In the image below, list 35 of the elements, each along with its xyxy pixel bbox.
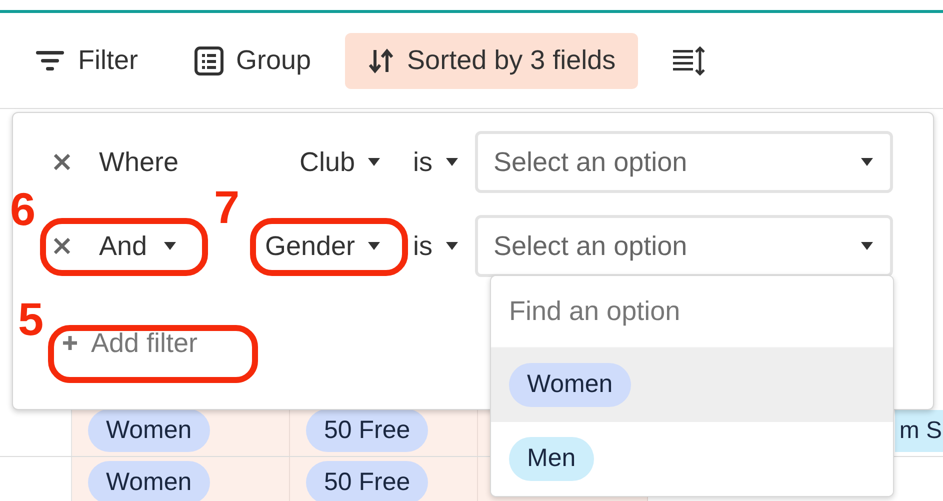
toolbar-button[interactable]: Sorted by 3 fields <box>345 32 638 88</box>
option-row[interactable]: Women <box>491 348 893 422</box>
toolbar-button[interactable]: Group <box>182 32 324 88</box>
option-select[interactable]: Select an option <box>474 131 892 193</box>
gender-tag: Women <box>88 460 210 501</box>
operator-dropdown[interactable]: is <box>413 226 458 266</box>
caret-icon <box>444 241 458 251</box>
annotation-number: 5 <box>18 296 44 342</box>
option-row[interactable]: Men <box>491 422 893 496</box>
row-height-icon <box>672 46 706 76</box>
annotation-number: 6 <box>10 186 36 232</box>
list-icon <box>194 46 224 76</box>
search-field[interactable]: Find an option <box>491 276 893 348</box>
caret-icon <box>860 241 874 251</box>
add-filter-button[interactable]: Add filter <box>63 323 198 364</box>
field-dropdown[interactable]: Gender <box>261 226 381 266</box>
caret-icon <box>367 157 381 167</box>
caret-icon <box>444 157 458 167</box>
event-tag: 50 Free <box>306 460 428 501</box>
option-menu[interactable]: Find an option Women Men <box>490 275 894 497</box>
conjunction-dropdown[interactable]: And <box>99 226 178 266</box>
option-select[interactable]: Select an option <box>474 215 892 277</box>
sort-icon <box>367 46 396 74</box>
annotation-number: 7 <box>214 184 240 230</box>
operator-dropdown[interactable]: is <box>413 142 458 182</box>
plus-icon <box>63 335 77 352</box>
event-tag: 50 Free <box>306 408 428 452</box>
caret-icon <box>860 157 874 167</box>
tag: m S <box>895 410 943 452</box>
gender-tag: Women <box>88 408 210 452</box>
caret-icon <box>367 241 381 251</box>
where-label: Where <box>99 146 179 179</box>
field-dropdown[interactable]: Club <box>261 142 381 182</box>
toolbar-button[interactable]: Filter <box>22 32 150 88</box>
caret-icon <box>163 241 178 251</box>
